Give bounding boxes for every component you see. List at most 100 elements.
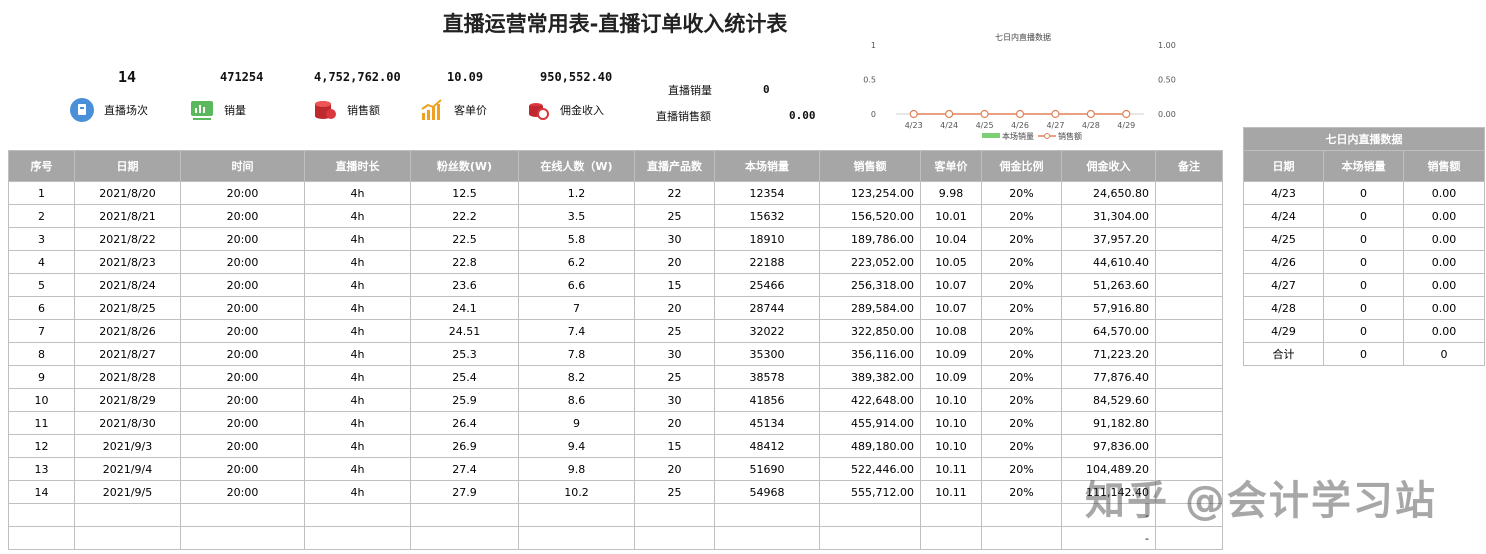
table-cell[interactable]: 4 bbox=[8, 250, 75, 274]
table-cell[interactable]: 10.09 bbox=[920, 342, 982, 366]
table-cell[interactable]: 10.07 bbox=[920, 296, 982, 320]
table-cell[interactable]: 20:00 bbox=[180, 273, 305, 297]
table-cell[interactable]: 26.9 bbox=[410, 434, 519, 458]
table-cell[interactable]: 20:00 bbox=[180, 480, 305, 504]
table-cell[interactable] bbox=[819, 526, 921, 550]
side-table-cell[interactable]: 0.00 bbox=[1403, 204, 1485, 228]
table-cell[interactable]: 22188 bbox=[714, 250, 820, 274]
table-cell[interactable]: 20:00 bbox=[180, 250, 305, 274]
table-cell[interactable]: 57,916.80 bbox=[1061, 296, 1156, 320]
side-table-cell[interactable]: 0 bbox=[1323, 250, 1404, 274]
table-cell[interactable]: 1.2 bbox=[518, 181, 635, 205]
table-cell[interactable] bbox=[8, 526, 75, 550]
table-cell[interactable]: 4h bbox=[304, 365, 411, 389]
table-cell[interactable]: 9 bbox=[518, 411, 635, 435]
table-cell[interactable] bbox=[920, 503, 982, 527]
table-cell[interactable]: 322,850.00 bbox=[819, 319, 921, 343]
table-cell[interactable]: 10.04 bbox=[920, 227, 982, 251]
table-cell[interactable]: 3.5 bbox=[518, 204, 635, 228]
table-cell[interactable]: 8.6 bbox=[518, 388, 635, 412]
table-cell[interactable]: 20% bbox=[981, 388, 1062, 412]
table-cell[interactable] bbox=[304, 526, 411, 550]
table-cell[interactable]: 2021/8/28 bbox=[74, 365, 181, 389]
table-cell[interactable]: 189,786.00 bbox=[819, 227, 921, 251]
table-cell[interactable] bbox=[8, 503, 75, 527]
table-cell[interactable]: 2021/8/27 bbox=[74, 342, 181, 366]
table-cell[interactable] bbox=[981, 526, 1062, 550]
table-cell[interactable]: 2021/8/29 bbox=[74, 388, 181, 412]
table-cell[interactable]: 2021/8/25 bbox=[74, 296, 181, 320]
table-cell[interactable]: 41856 bbox=[714, 388, 820, 412]
table-cell[interactable]: 4h bbox=[304, 296, 411, 320]
table-cell[interactable]: 20:00 bbox=[180, 204, 305, 228]
table-cell[interactable]: 91,182.80 bbox=[1061, 411, 1156, 435]
table-cell[interactable]: 25.3 bbox=[410, 342, 519, 366]
table-cell[interactable]: 9 bbox=[8, 365, 75, 389]
table-cell[interactable]: 10.11 bbox=[920, 480, 982, 504]
table-cell[interactable]: 27.4 bbox=[410, 457, 519, 481]
side-table-cell[interactable]: 4/24 bbox=[1243, 204, 1324, 228]
side-table-cell[interactable]: 4/26 bbox=[1243, 250, 1324, 274]
table-cell[interactable]: 20 bbox=[634, 457, 715, 481]
side-table-cell[interactable]: 0 bbox=[1323, 227, 1404, 251]
table-cell[interactable]: 23.6 bbox=[410, 273, 519, 297]
table-cell[interactable]: 10.05 bbox=[920, 250, 982, 274]
table-cell[interactable] bbox=[518, 526, 635, 550]
table-cell[interactable]: 1 bbox=[8, 181, 75, 205]
table-cell[interactable]: 9.4 bbox=[518, 434, 635, 458]
table-cell[interactable]: 20% bbox=[981, 273, 1062, 297]
table-cell[interactable]: 8.2 bbox=[518, 365, 635, 389]
table-cell[interactable]: 10.08 bbox=[920, 319, 982, 343]
table-cell[interactable]: 489,180.00 bbox=[819, 434, 921, 458]
table-cell[interactable] bbox=[1155, 227, 1223, 251]
table-cell[interactable]: 37,957.20 bbox=[1061, 227, 1156, 251]
side-table-cell[interactable]: 0 bbox=[1323, 296, 1404, 320]
side-table-cell[interactable]: 0 bbox=[1323, 273, 1404, 297]
table-cell[interactable] bbox=[1155, 181, 1223, 205]
table-cell[interactable]: 4h bbox=[304, 388, 411, 412]
table-cell[interactable]: 20% bbox=[981, 227, 1062, 251]
table-cell[interactable]: 9.98 bbox=[920, 181, 982, 205]
table-cell[interactable]: 20% bbox=[981, 204, 1062, 228]
table-cell[interactable]: 97,836.00 bbox=[1061, 434, 1156, 458]
table-cell[interactable] bbox=[1155, 411, 1223, 435]
table-cell[interactable]: 6.6 bbox=[518, 273, 635, 297]
side-table-cell[interactable]: 4/29 bbox=[1243, 319, 1324, 343]
side-table-cell[interactable]: 0 bbox=[1323, 319, 1404, 343]
table-cell[interactable]: 20% bbox=[981, 480, 1062, 504]
table-cell[interactable]: 22.2 bbox=[410, 204, 519, 228]
side-table-cell[interactable]: 0.00 bbox=[1403, 227, 1485, 251]
table-cell[interactable]: 2021/8/30 bbox=[74, 411, 181, 435]
table-cell[interactable]: 51690 bbox=[714, 457, 820, 481]
table-cell[interactable]: 2021/9/3 bbox=[74, 434, 181, 458]
table-cell[interactable]: 18910 bbox=[714, 227, 820, 251]
table-cell[interactable]: 20:00 bbox=[180, 388, 305, 412]
side-table-cell[interactable]: 4/23 bbox=[1243, 181, 1324, 205]
table-cell[interactable]: 15 bbox=[634, 273, 715, 297]
table-cell[interactable]: 25 bbox=[634, 365, 715, 389]
side-table-cell[interactable]: 合计 bbox=[1243, 342, 1324, 366]
table-cell[interactable]: 30 bbox=[634, 227, 715, 251]
table-cell[interactable] bbox=[304, 503, 411, 527]
table-cell[interactable] bbox=[1155, 434, 1223, 458]
table-cell[interactable]: 7.8 bbox=[518, 342, 635, 366]
table-cell[interactable]: 22.8 bbox=[410, 250, 519, 274]
table-cell[interactable]: 71,223.20 bbox=[1061, 342, 1156, 366]
table-cell[interactable]: 6 bbox=[8, 296, 75, 320]
table-cell[interactable] bbox=[1155, 273, 1223, 297]
table-cell[interactable]: 2 bbox=[8, 204, 75, 228]
table-cell[interactable] bbox=[74, 503, 181, 527]
table-cell[interactable]: 4h bbox=[304, 204, 411, 228]
side-table-cell[interactable]: 4/25 bbox=[1243, 227, 1324, 251]
table-cell[interactable] bbox=[1155, 296, 1223, 320]
table-cell[interactable]: 10.10 bbox=[920, 388, 982, 412]
table-cell[interactable]: 20:00 bbox=[180, 365, 305, 389]
table-cell[interactable]: 24.51 bbox=[410, 319, 519, 343]
table-cell[interactable] bbox=[981, 503, 1062, 527]
side-table-cell[interactable]: 0.00 bbox=[1403, 273, 1485, 297]
table-cell[interactable]: - bbox=[1061, 526, 1156, 550]
table-cell[interactable]: 20% bbox=[981, 250, 1062, 274]
table-cell[interactable] bbox=[180, 503, 305, 527]
table-cell[interactable] bbox=[74, 526, 181, 550]
table-cell[interactable]: 10.09 bbox=[920, 365, 982, 389]
